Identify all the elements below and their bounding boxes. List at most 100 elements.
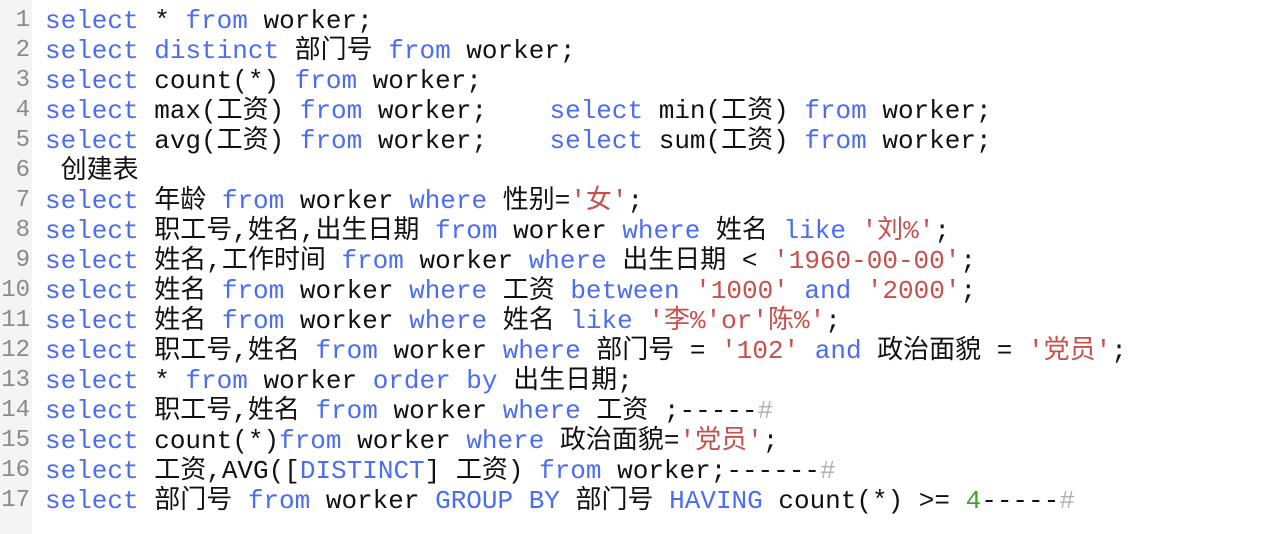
code-text: * — [138, 366, 186, 396]
code-text: 姓名 — [138, 306, 222, 336]
code-content: select count(*) from worker; — [45, 66, 482, 96]
code-text: worker; — [362, 96, 550, 126]
code-line[interactable]: 14 select 职工号,姓名 from worker where 工资 ;--… — [0, 396, 1266, 426]
keyword: from — [221, 186, 285, 216]
line-number: 5 — [15, 127, 30, 154]
code-content: select 年龄 from worker where 性别='女'; — [45, 186, 643, 216]
code-text: worker — [284, 306, 410, 336]
code-text: 部门号 — [559, 486, 670, 516]
code-text: 姓名 — [487, 306, 571, 336]
keyword: select — [45, 426, 139, 456]
code-text: ----- — [981, 486, 1060, 516]
code-content: select count(*)from worker where 政治面貌='党… — [45, 426, 778, 456]
code-content: select * from worker; — [45, 6, 373, 36]
keyword: select — [549, 126, 644, 156]
line-number: 4 — [15, 97, 30, 124]
keyword: select — [45, 96, 139, 126]
code-text: worker; — [866, 126, 992, 156]
keyword: select — [45, 306, 139, 336]
code-line[interactable]: 7 select 年龄 from worker where 性别='女'; — [0, 186, 1266, 216]
line-number: 14 — [1, 397, 30, 424]
code-text: 部门号 — [138, 486, 248, 516]
line-number: 12 — [1, 337, 30, 364]
code-line[interactable]: 9 select 姓名,工作时间 from worker where 出生日期 <… — [0, 246, 1266, 276]
code-line[interactable]: 13 select * from worker order by 出生日期; — [0, 366, 1266, 396]
code-text: 工资 — [487, 276, 571, 306]
line-number: 11 — [1, 307, 30, 334]
line-number: 16 — [1, 457, 30, 484]
code-text: ] 工资) — [424, 456, 540, 486]
code-line[interactable]: 5 select avg(工资) from worker; select sum(… — [0, 126, 1266, 156]
code-text: worker — [310, 486, 436, 516]
string-literal: '党员' — [679, 426, 763, 456]
code-line[interactable]: 1 select * from worker; — [0, 6, 1266, 36]
code-content: select 部门号 from worker GROUP BY 部门号 HAVI… — [45, 486, 1075, 516]
keyword: from — [247, 486, 311, 516]
code-text: worker; — [357, 66, 482, 96]
keyword: from — [221, 276, 285, 306]
code-text: worker — [247, 366, 373, 396]
code-line[interactable]: 8 select 职工号,姓名,出生日期 from worker where 姓名… — [0, 216, 1266, 246]
keyword: from — [185, 366, 248, 396]
code-text: worker — [403, 246, 529, 276]
string-literal: '党员' — [1027, 336, 1112, 366]
code-text: count(*) >= — [762, 486, 966, 516]
code-text: ; — [934, 216, 950, 246]
keyword: select — [45, 396, 139, 426]
code-line[interactable]: 17 select 部门号 from worker GROUP BY 部门号 HA… — [0, 486, 1266, 516]
keyword: from — [299, 96, 363, 126]
code-line[interactable]: 10 select 姓名 from worker where 工资 between… — [0, 276, 1266, 306]
code-line[interactable]: 2 select distinct 部门号 from worker; — [0, 36, 1266, 66]
keyword: from — [279, 426, 342, 456]
code-text: worker; — [247, 6, 373, 36]
keyword: HAVING — [669, 486, 763, 516]
code-text: 职工号,姓名 — [138, 336, 316, 366]
code-text: worker; — [450, 36, 576, 66]
code-text: 职工号,姓名,出生日期 — [138, 216, 436, 246]
keyword: from — [388, 36, 451, 66]
code-text: worker — [284, 186, 410, 216]
code-text: worker — [377, 336, 503, 366]
code-line[interactable]: 16 select 工资,AVG([DISTINCT] 工资) from work… — [0, 456, 1266, 486]
code-line[interactable]: 4 select max(工资) from worker; select min(… — [0, 96, 1266, 126]
comment: # — [1059, 486, 1075, 516]
code-text: 姓名 — [138, 276, 222, 306]
keyword: where — [409, 276, 488, 306]
comment: # — [819, 456, 836, 486]
keyword: from — [299, 126, 363, 156]
code-line[interactable]: 6 创建表 — [0, 156, 1266, 186]
code-line[interactable]: 11 select 姓名 from worker where 姓名 like '李… — [0, 306, 1266, 336]
keyword: and — [804, 276, 852, 306]
keyword: from — [804, 96, 867, 126]
keyword: select — [45, 366, 139, 396]
string-literal: '女' — [570, 186, 628, 216]
code-line[interactable]: 12 select 职工号,姓名 from worker where 部门号 = … — [0, 336, 1266, 366]
keyword: from — [294, 66, 358, 96]
code-line[interactable]: 15 select count(*)from worker where 政治面貌=… — [0, 426, 1266, 456]
code-line[interactable]: 3 select count(*) from worker; — [0, 66, 1266, 96]
code-content: select avg(工资) from worker; select sum(工… — [45, 126, 992, 156]
code-content: select 姓名,工作时间 from worker where 出生日期 < … — [45, 246, 976, 276]
keyword: from — [315, 396, 378, 426]
line-number: 9 — [15, 247, 30, 274]
code-text: worker — [377, 396, 503, 426]
code-editor[interactable]: 1 select * from worker; 2 select distinct 部… — [0, 6, 1266, 516]
comment: # — [757, 396, 774, 426]
keyword: select — [45, 276, 139, 306]
keyword: select — [45, 486, 139, 516]
string-literal: '1000' — [695, 276, 789, 306]
string-literal: '刘%' — [861, 216, 935, 246]
string-literal: '李%'or'陈%' — [648, 306, 826, 336]
code-content: select 职工号,姓名,出生日期 from worker where 姓名 … — [45, 216, 950, 246]
keyword: distinct — [154, 36, 280, 66]
keyword: select — [45, 186, 139, 216]
code-text: 出生日期; — [497, 366, 633, 396]
code-text: worker;------ — [601, 456, 820, 486]
code-text: ; — [1111, 336, 1127, 366]
code-text: 部门号 = — [580, 336, 722, 366]
line-number: 2 — [15, 37, 30, 64]
